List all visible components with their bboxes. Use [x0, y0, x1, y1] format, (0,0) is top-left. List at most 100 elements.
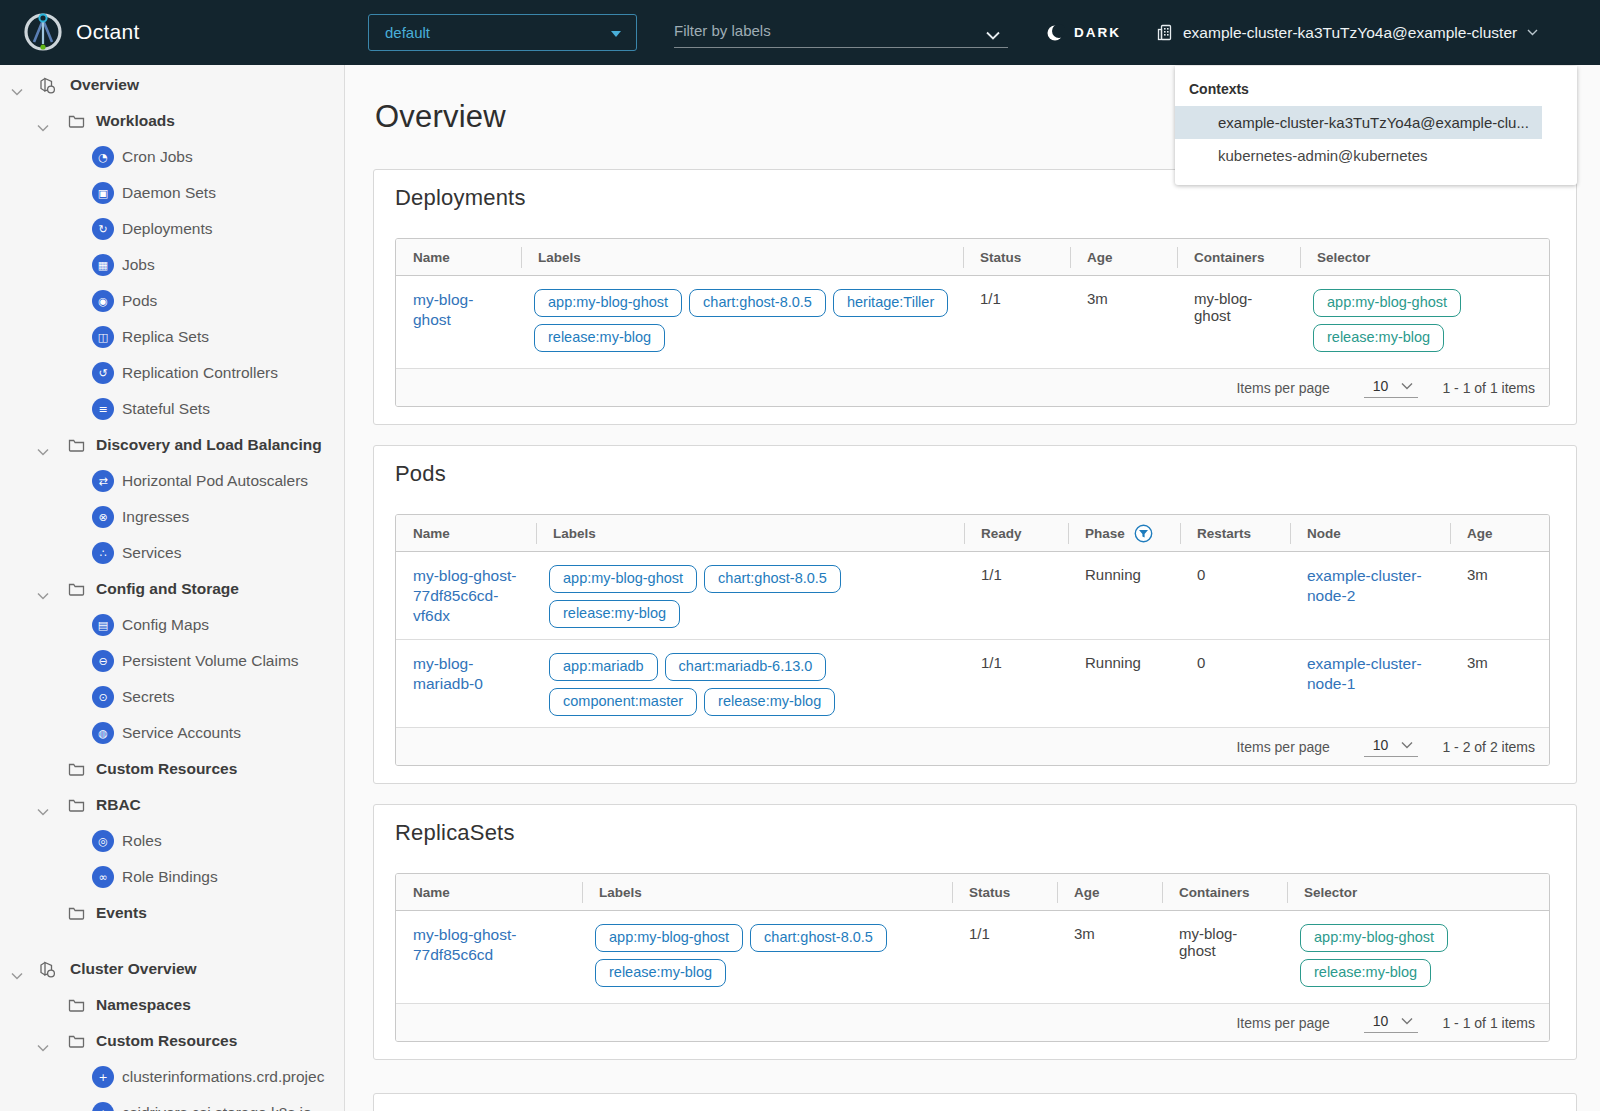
labels-cell: app:my-blog-ghostchart:ghost-8.0.5releas…: [582, 911, 952, 1003]
sidebar-item-jobs[interactable]: ▦Jobs: [0, 247, 345, 283]
label-pill: chart:ghost-8.0.5: [704, 565, 841, 593]
app-title: Octant: [76, 20, 140, 44]
labels-cell: app:mariadbchart:mariadb-6.13.0component…: [536, 640, 964, 727]
restarts-cell: 0: [1180, 640, 1290, 727]
column-header: Containers: [1162, 874, 1287, 910]
pod-link[interactable]: my-blog-mariadb-0: [413, 654, 530, 694]
table-header: Name Labels Status Age Containers Select…: [396, 239, 1549, 276]
label-pill: component:master: [549, 688, 697, 716]
replicaset-link[interactable]: my-blog-ghost-77df85c6cd: [413, 925, 576, 965]
phase-filter-icon[interactable]: [1134, 524, 1153, 543]
sidebar-item-cluster-overview[interactable]: Cluster Overview: [0, 951, 345, 987]
sidebar-item-csidrivers[interactable]: +csidrivers.csi.storage.k8s.io: [0, 1095, 345, 1111]
chevron-down-icon[interactable]: [11, 966, 23, 984]
sidebar-item-services[interactable]: ∴Services: [0, 535, 345, 571]
chevron-down-icon[interactable]: [37, 586, 49, 604]
folder-icon: [68, 906, 85, 924]
sidebar-item-replica-sets[interactable]: ◫Replica Sets: [0, 319, 345, 355]
label-filter[interactable]: [674, 15, 1008, 48]
chevron-down-icon: [1401, 1017, 1413, 1025]
dark-mode-toggle[interactable]: DARK: [1047, 0, 1121, 65]
sidebar-item-namespaces[interactable]: Namespaces: [0, 987, 345, 1023]
column-header: Selector: [1287, 874, 1549, 910]
sidebar-item-workloads[interactable]: Workloads: [0, 103, 345, 139]
ingress-icon: ⊗: [92, 506, 114, 528]
label-pill: app:my-blog-ghost: [595, 924, 743, 952]
sidebar-item-hpa[interactable]: ⇄Horizontal Pod Autoscalers: [0, 463, 345, 499]
sidebar-item-roles[interactable]: ◎Roles: [0, 823, 345, 859]
chevron-down-icon[interactable]: [37, 802, 49, 820]
sidebar-item-cron-jobs[interactable]: ◔Cron Jobs: [0, 139, 345, 175]
chevron-down-icon[interactable]: [37, 442, 49, 460]
sidebar-item-events[interactable]: Events: [0, 895, 345, 931]
pod-link[interactable]: my-blog-ghost-77df85c6cd-vf6dx: [413, 566, 530, 626]
job-icon: ▦: [92, 254, 114, 276]
crd-icon: +: [92, 1066, 114, 1088]
objects-icon: [38, 76, 57, 99]
sidebar-item-overview[interactable]: Overview: [0, 67, 345, 103]
pvc-icon: ⊖: [92, 650, 114, 672]
sidebar-item-role-bindings[interactable]: ∞Role Bindings: [0, 859, 345, 895]
context-value: example-cluster-ka3TuTzYo4a@example-clus…: [1183, 24, 1517, 42]
ready-cell: 1/1: [964, 552, 1068, 639]
selector-pill: app:my-blog-ghost: [1313, 289, 1461, 317]
namespace-select[interactable]: default: [368, 14, 637, 51]
chevron-down-icon[interactable]: [37, 118, 49, 136]
replicasets-table: Name Labels Status Age Containers Select…: [395, 873, 1550, 1042]
sidebar-item-stateful-sets[interactable]: ≡Stateful Sets: [0, 391, 345, 427]
sidebar-item-custom-resources[interactable]: Custom Resources: [0, 751, 345, 787]
sidebar-item-secrets[interactable]: ⊙Secrets: [0, 679, 345, 715]
sidebar-item-discovery-lb[interactable]: Discovery and Load Balancing: [0, 427, 345, 463]
column-header: Node: [1290, 515, 1450, 551]
sidebar-item-pvc[interactable]: ⊖Persistent Volume Claims: [0, 643, 345, 679]
configmap-icon: ▤: [92, 614, 114, 636]
age-cell: 3m: [1450, 640, 1549, 727]
sidebar-item-deployments[interactable]: ↻Deployments: [0, 211, 345, 247]
label-pill: app:my-blog-ghost: [534, 289, 682, 317]
sidebar-item-pods[interactable]: ◉Pods: [0, 283, 345, 319]
sidebar-item-config-storage[interactable]: Config and Storage: [0, 571, 345, 607]
context-selector[interactable]: example-cluster-ka3TuTzYo4a@example-clus…: [1157, 0, 1538, 65]
context-option-selected[interactable]: example-cluster-ka3TuTzYo4a@example-clu.…: [1175, 106, 1542, 139]
column-header: Age: [1450, 515, 1549, 551]
chevron-down-icon: [1401, 741, 1413, 749]
sidebar-item-replication-controllers[interactable]: ↺Replication Controllers: [0, 355, 345, 391]
role-icon: ◎: [92, 830, 114, 852]
column-header: Ready: [964, 515, 1068, 551]
sidebar-item-config-maps[interactable]: ▤Config Maps: [0, 607, 345, 643]
sidebar-item-daemon-sets[interactable]: ▣Daemon Sets: [0, 175, 345, 211]
context-option[interactable]: kubernetes-admin@kubernetes: [1175, 139, 1542, 172]
labels-cell: app:my-blog-ghostchart:ghost-8.0.5releas…: [536, 552, 964, 639]
sidebar-item-custom-resources-cluster[interactable]: Custom Resources: [0, 1023, 345, 1059]
app-header: Octant default DARK example-cluster-ka3T…: [0, 0, 1600, 65]
sidebar-item-ingresses[interactable]: ⊗Ingresses: [0, 499, 345, 535]
context-caret-icon: [1527, 29, 1538, 36]
page-size-select[interactable]: 10: [1364, 737, 1419, 757]
deployment-link[interactable]: my-blog-ghost: [413, 290, 495, 330]
node-link[interactable]: example-cluster-node-2: [1307, 566, 1444, 606]
items-per-page-label: Items per page: [1236, 1015, 1329, 1031]
node-link[interactable]: example-cluster-node-1: [1307, 654, 1444, 694]
restarts-cell: 0: [1180, 552, 1290, 639]
next-card-sliver: [373, 1093, 1577, 1111]
column-header: Age: [1057, 874, 1162, 910]
label-filter-input[interactable]: [674, 15, 964, 45]
sidebar-item-rbac[interactable]: RBAC: [0, 787, 345, 823]
selector-cell: app:my-blog-ghostrelease:my-blog: [1287, 911, 1549, 1003]
page-size-select[interactable]: 10: [1364, 378, 1419, 398]
namespace-value: default: [385, 24, 430, 41]
table-header: Name Labels Ready Phase Restarts Node Ag…: [396, 515, 1549, 552]
sidebar-item-service-accounts[interactable]: ◍Service Accounts: [0, 715, 345, 751]
selector-pill: release:my-blog: [1300, 959, 1431, 987]
folder-icon: [68, 438, 85, 456]
table-row: my-blog-ghost-77df85c6cd-vf6dx app:my-bl…: [396, 552, 1549, 640]
chevron-down-icon[interactable]: [11, 82, 23, 100]
table-header: Name Labels Status Age Containers Select…: [396, 874, 1549, 911]
sidebar-item-clusterinformations[interactable]: +clusterinformations.crd.projec: [0, 1059, 345, 1095]
page-size-select[interactable]: 10: [1364, 1013, 1419, 1033]
phase-cell: Running: [1068, 640, 1180, 727]
label-pill: app:mariadb: [549, 653, 658, 681]
selector-pill: release:my-blog: [1313, 324, 1444, 352]
label-pill: heritage:Tiller: [833, 289, 948, 317]
chevron-down-icon[interactable]: [37, 1038, 49, 1056]
